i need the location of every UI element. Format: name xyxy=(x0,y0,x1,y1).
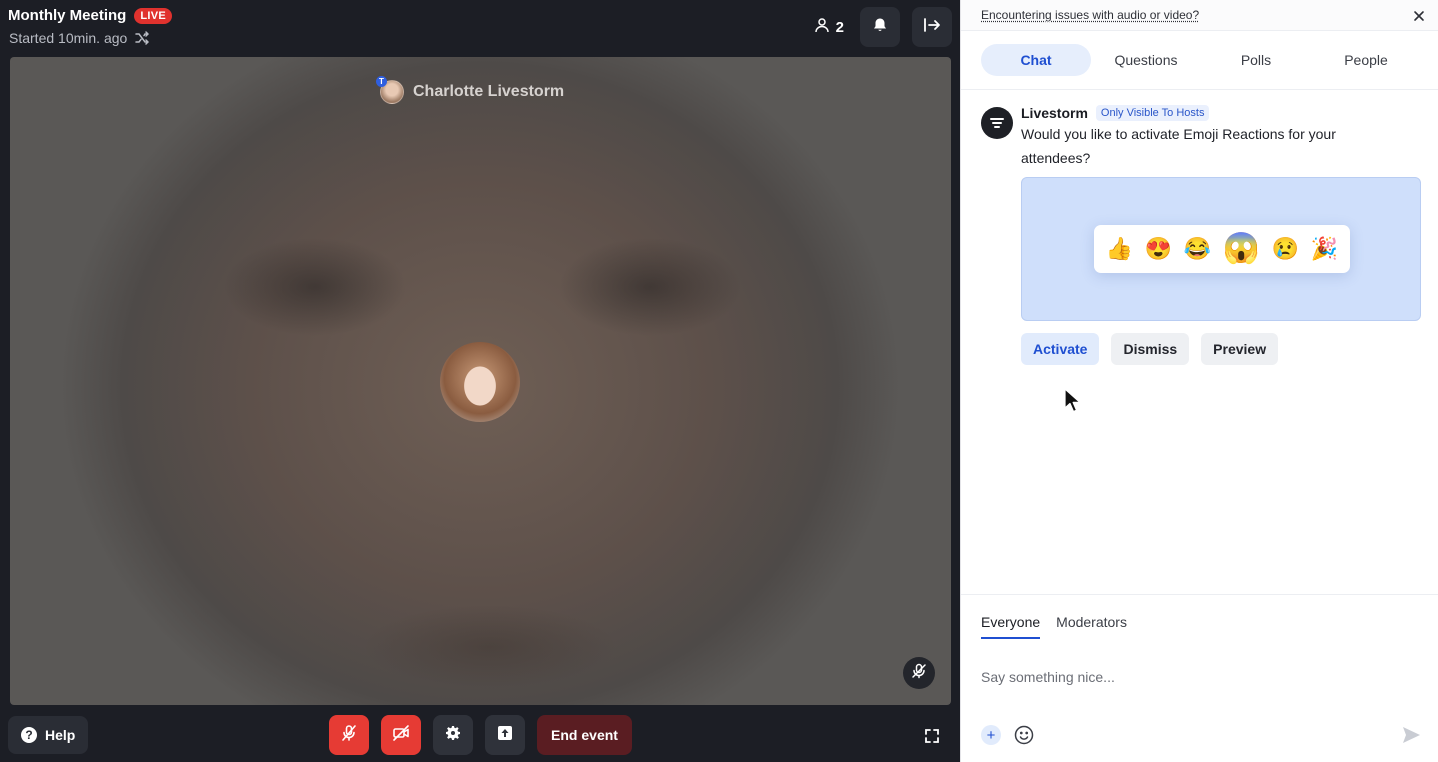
video-feed: T Charlotte Livestorm xyxy=(10,57,951,705)
livestorm-logo-icon xyxy=(981,107,1013,139)
notifications-button[interactable] xyxy=(860,7,900,47)
share-screen-icon xyxy=(496,724,514,747)
live-badge: LIVE xyxy=(134,8,172,24)
camera-toggle[interactable] xyxy=(381,715,421,755)
top-bar: Monthly Meeting LIVE Started 10min. ago … xyxy=(0,0,960,56)
fullscreen-icon xyxy=(922,733,942,750)
help-button[interactable]: ? Help xyxy=(8,716,88,754)
mic-off-icon xyxy=(340,724,358,747)
laughing-emoji-icon: 😂 xyxy=(1184,238,1211,260)
heart-eyes-emoji-icon: 😍 xyxy=(1145,238,1172,260)
exit-icon xyxy=(923,16,941,39)
control-bar: ? Help End event xyxy=(0,712,960,758)
camera-off-icon xyxy=(392,724,410,747)
participants-button[interactable]: 2 xyxy=(814,17,844,37)
bell-icon xyxy=(872,17,888,38)
tab-polls[interactable]: Polls xyxy=(1201,44,1311,76)
mouse-pointer-icon xyxy=(1064,388,1082,414)
audience-tab-everyone[interactable]: Everyone xyxy=(981,614,1040,639)
visibility-badge: Only Visible To Hosts xyxy=(1096,105,1210,121)
audience-tab-moderators[interactable]: Moderators xyxy=(1056,614,1127,639)
close-icon[interactable] xyxy=(1413,9,1425,21)
thumbs-up-emoji-icon: 👍 xyxy=(1106,238,1133,260)
participant-count: 2 xyxy=(836,19,844,36)
emoji-reaction-bar: 👍 😍 😂 😱 😢 🎉 xyxy=(1094,225,1350,273)
participant-avatar xyxy=(440,342,520,422)
person-icon xyxy=(814,17,830,37)
tab-people[interactable]: People xyxy=(1311,44,1421,76)
compose-divider xyxy=(961,594,1438,595)
preview-button[interactable]: Preview xyxy=(1201,333,1278,365)
fullscreen-button[interactable] xyxy=(922,726,942,746)
plus-icon: + xyxy=(987,727,996,744)
mic-off-icon xyxy=(911,663,927,684)
tabs-divider xyxy=(961,89,1438,90)
av-issue-link[interactable]: Encountering issues with audio or video? xyxy=(981,8,1199,22)
gear-icon xyxy=(444,724,462,747)
started-row: Started 10min. ago xyxy=(9,30,149,46)
emoji-preview-card: 👍 😍 😂 😱 😢 🎉 xyxy=(1021,177,1421,321)
share-screen-button[interactable] xyxy=(485,715,525,755)
message-author: Livestorm xyxy=(1021,105,1088,121)
top-right-controls: 2 xyxy=(814,7,952,47)
started-text: Started 10min. ago xyxy=(9,30,127,46)
speaker-tag: T Charlotte Livestorm xyxy=(380,80,564,104)
add-attachment-button[interactable]: + xyxy=(981,725,1001,745)
message-actions: Activate Dismiss Preview xyxy=(1021,333,1421,365)
speaker-name: Charlotte Livestorm xyxy=(413,83,564,101)
panel-tabs: Chat Questions Polls People xyxy=(981,44,1421,76)
av-issue-notice: Encountering issues with audio or video? xyxy=(961,0,1438,31)
message-text: Would you like to activate Emoji Reactio… xyxy=(1021,122,1381,170)
chat-message-input[interactable] xyxy=(981,669,1401,685)
meeting-title: Monthly Meeting xyxy=(8,7,126,24)
send-icon xyxy=(1400,733,1422,750)
speaker-muted-indicator xyxy=(903,657,935,689)
help-label: Help xyxy=(45,727,75,743)
activate-button[interactable]: Activate xyxy=(1021,333,1099,365)
scream-emoji-icon: 😱 xyxy=(1223,234,1260,264)
shuffle-icon[interactable] xyxy=(135,31,149,45)
tab-chat[interactable]: Chat xyxy=(981,44,1091,76)
message-body: Livestorm Only Visible To Hosts Would yo… xyxy=(1021,105,1421,365)
crying-emoji-icon: 😢 xyxy=(1272,238,1299,260)
speaker-initial-badge: T xyxy=(376,76,387,87)
smiley-icon xyxy=(1013,733,1035,750)
stage-area: Monthly Meeting LIVE Started 10min. ago … xyxy=(0,0,960,762)
leave-button[interactable] xyxy=(912,7,952,47)
send-button[interactable] xyxy=(1400,724,1422,746)
title-row: Monthly Meeting LIVE xyxy=(8,7,172,24)
microphone-toggle[interactable] xyxy=(329,715,369,755)
speaker-avatar: T xyxy=(380,80,404,104)
audience-tabs: Everyone Moderators xyxy=(981,614,1127,639)
end-event-button[interactable]: End event xyxy=(537,715,632,755)
dismiss-button[interactable]: Dismiss xyxy=(1111,333,1189,365)
emoji-picker-button[interactable] xyxy=(1013,724,1035,746)
party-popper-emoji-icon: 🎉 xyxy=(1311,238,1338,260)
question-icon: ? xyxy=(21,727,37,743)
side-panel: Encountering issues with audio or video?… xyxy=(960,0,1438,762)
message-header: Livestorm Only Visible To Hosts xyxy=(1021,105,1421,121)
tab-questions[interactable]: Questions xyxy=(1091,44,1201,76)
settings-button[interactable] xyxy=(433,715,473,755)
